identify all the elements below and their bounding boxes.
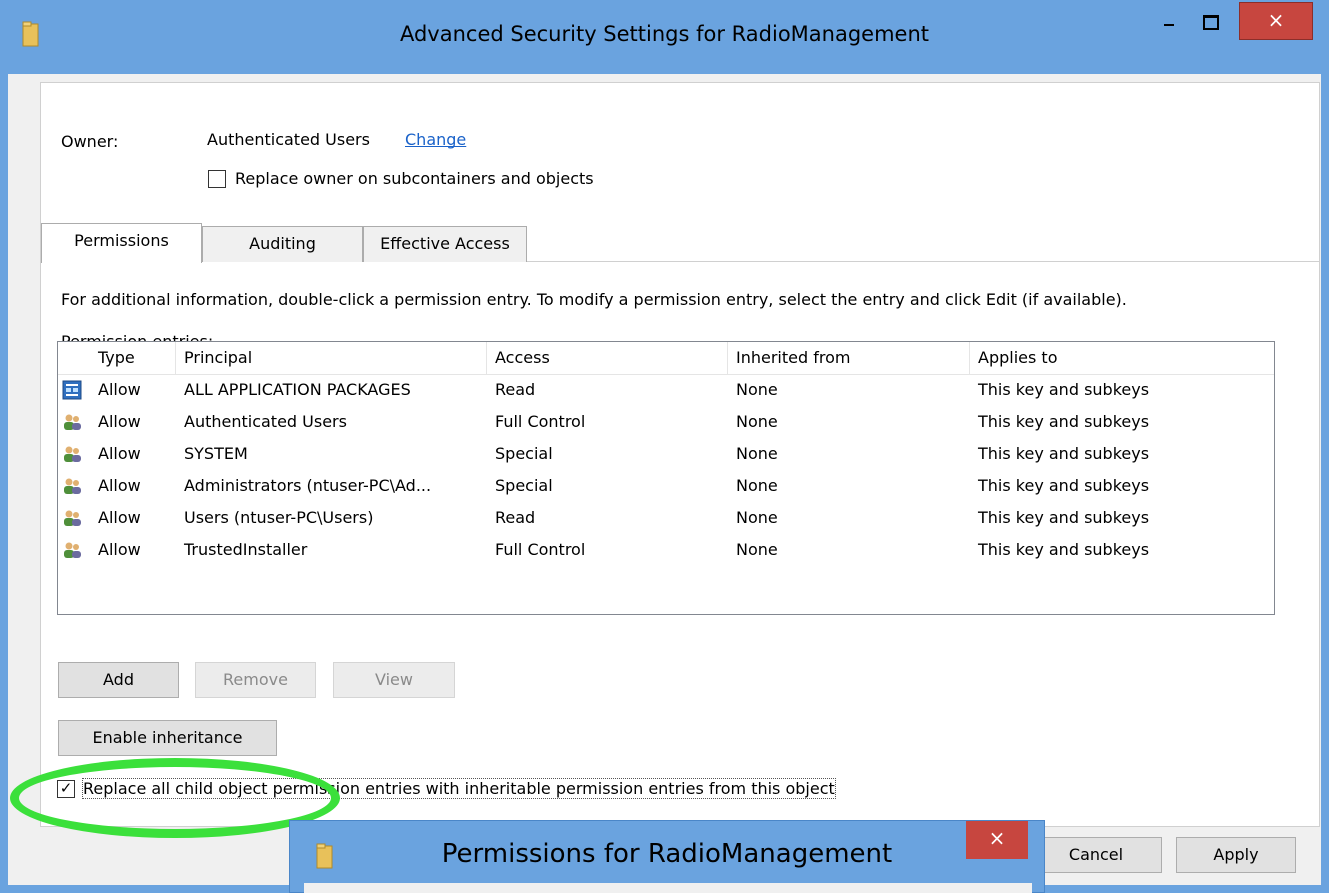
cell-applies: This key and subkeys bbox=[978, 380, 1150, 399]
cell-applies: This key and subkeys bbox=[978, 540, 1150, 559]
header-type[interactable]: Type bbox=[90, 342, 176, 375]
list-header: Type Principal Access Inherited from App… bbox=[58, 342, 1274, 375]
cell-inherited: None bbox=[736, 412, 778, 431]
minimize-button[interactable] bbox=[1152, 10, 1186, 34]
add-button[interactable]: Add bbox=[58, 662, 179, 698]
cell-type: Allow bbox=[98, 508, 141, 527]
table-row[interactable]: Allow Administrators (ntuser-PC\Ad... Sp… bbox=[58, 470, 1274, 502]
cell-type: Allow bbox=[98, 540, 141, 559]
cell-principal: SYSTEM bbox=[184, 444, 248, 463]
maximize-button[interactable] bbox=[1192, 10, 1226, 34]
cell-principal: TrustedInstaller bbox=[184, 540, 308, 559]
users-icon bbox=[64, 414, 81, 430]
cell-applies: This key and subkeys bbox=[978, 508, 1150, 527]
table-row[interactable]: Allow ALL APPLICATION PACKAGES Read None… bbox=[58, 374, 1274, 406]
cell-principal: Users (ntuser-PC\Users) bbox=[184, 508, 374, 527]
users-icon bbox=[64, 510, 81, 526]
close-button[interactable]: × bbox=[1239, 2, 1313, 40]
remove-button[interactable]: Remove bbox=[195, 662, 316, 698]
header-applies-to[interactable]: Applies to bbox=[970, 342, 1274, 375]
cell-access: Full Control bbox=[495, 540, 586, 559]
header-inherited-from[interactable]: Inherited from bbox=[728, 342, 970, 375]
cell-access: Full Control bbox=[495, 412, 586, 431]
cell-applies: This key and subkeys bbox=[978, 444, 1150, 463]
advanced-security-window: Advanced Security Settings for RadioMana… bbox=[0, 0, 1329, 893]
cell-type: Allow bbox=[98, 412, 141, 431]
cell-inherited: None bbox=[736, 508, 778, 527]
dialog-close-button[interactable]: × bbox=[966, 821, 1028, 859]
cell-access: Read bbox=[495, 508, 536, 527]
cell-inherited: None bbox=[736, 380, 778, 399]
replace-owner-checkbox[interactable] bbox=[208, 170, 226, 188]
apply-button[interactable]: Apply bbox=[1176, 837, 1296, 873]
tab-permissions[interactable]: Permissions bbox=[41, 223, 202, 263]
cell-access: Read bbox=[495, 380, 536, 399]
users-icon bbox=[64, 478, 81, 494]
cell-inherited: None bbox=[736, 444, 778, 463]
settings-panel: Owner: Authenticated Users Change Replac… bbox=[40, 82, 1320, 827]
cell-applies: This key and subkeys bbox=[978, 476, 1150, 495]
packages-icon bbox=[62, 380, 82, 400]
cell-type: Allow bbox=[98, 444, 141, 463]
cell-principal: Administrators (ntuser-PC\Ad... bbox=[184, 476, 432, 495]
replace-owner-label[interactable]: Replace owner on subcontainers and objec… bbox=[235, 169, 594, 188]
owner-label: Owner: bbox=[61, 132, 119, 151]
table-row[interactable]: Allow Users (ntuser-PC\Users) Read None … bbox=[58, 502, 1274, 534]
cancel-button[interactable]: Cancel bbox=[1030, 837, 1162, 873]
table-row[interactable]: Allow TrustedInstaller Full Control None… bbox=[58, 534, 1274, 566]
cell-type: Allow bbox=[98, 380, 141, 399]
users-icon bbox=[64, 446, 81, 462]
cell-access: Special bbox=[495, 476, 553, 495]
header-icon-column bbox=[58, 342, 90, 375]
permissions-dialog: Permissions for RadioManagement × bbox=[289, 820, 1045, 893]
dialog-client-area bbox=[304, 883, 1032, 893]
users-icon bbox=[64, 542, 81, 558]
info-text: For additional information, double-click… bbox=[61, 290, 1127, 309]
header-principal[interactable]: Principal bbox=[176, 342, 487, 375]
cell-inherited: None bbox=[736, 540, 778, 559]
change-owner-link[interactable]: Change bbox=[405, 130, 466, 149]
table-row[interactable]: Allow SYSTEM Special None This key and s… bbox=[58, 438, 1274, 470]
dialog-title: Permissions for RadioManagement bbox=[441, 839, 893, 869]
title-bar[interactable]: Advanced Security Settings for RadioMana… bbox=[0, 0, 1329, 74]
cell-type: Allow bbox=[98, 476, 141, 495]
permission-entries-list[interactable]: Type Principal Access Inherited from App… bbox=[57, 341, 1275, 615]
tab-effective-access[interactable]: Effective Access bbox=[363, 226, 527, 262]
cell-principal: ALL APPLICATION PACKAGES bbox=[184, 380, 411, 399]
tab-auditing[interactable]: Auditing bbox=[202, 226, 363, 262]
view-button[interactable]: View bbox=[333, 662, 455, 698]
owner-value: Authenticated Users bbox=[207, 130, 370, 149]
cell-inherited: None bbox=[736, 476, 778, 495]
cell-access: Special bbox=[495, 444, 553, 463]
table-row[interactable]: Allow Authenticated Users Full Control N… bbox=[58, 406, 1274, 438]
header-access[interactable]: Access bbox=[487, 342, 728, 375]
window-title: Advanced Security Settings for RadioMana… bbox=[399, 22, 930, 46]
cell-applies: This key and subkeys bbox=[978, 412, 1150, 431]
enable-inheritance-button[interactable]: Enable inheritance bbox=[58, 720, 277, 756]
cell-principal: Authenticated Users bbox=[184, 412, 347, 431]
